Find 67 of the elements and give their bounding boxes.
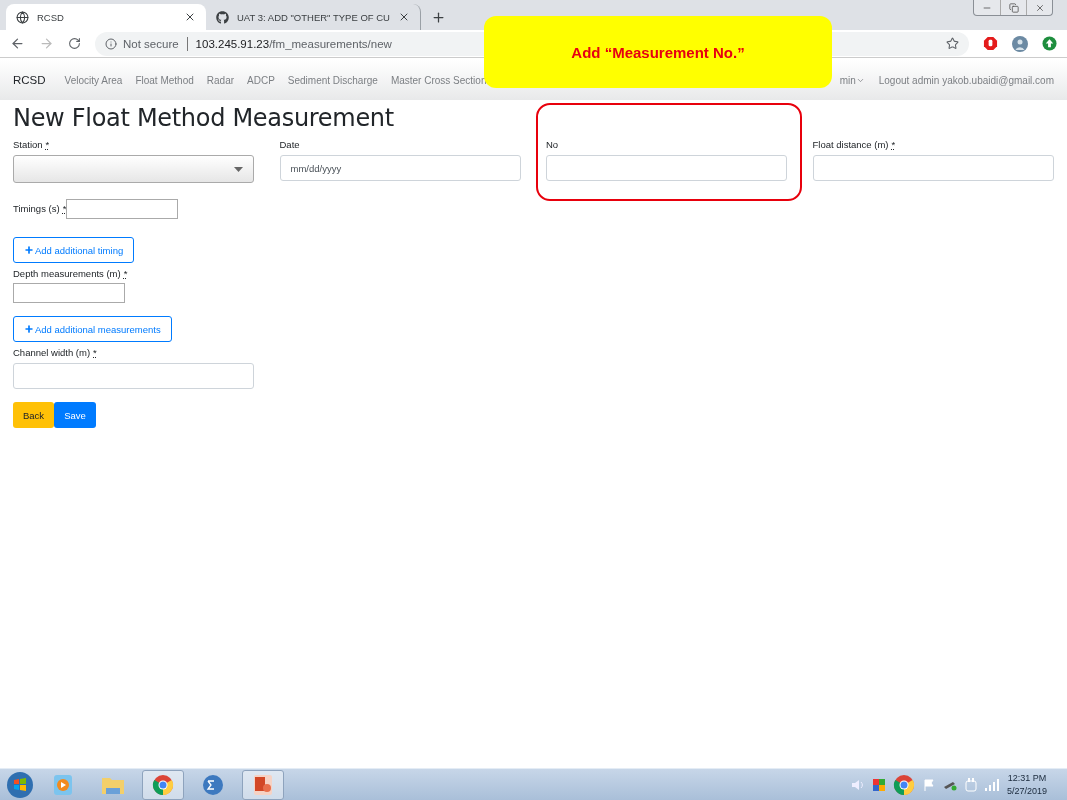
station-select[interactable]	[13, 155, 254, 183]
nav-link[interactable]: Master Cross Section	[390, 74, 487, 86]
logout-link[interactable]: Logout admin yakob.ubaidi@gmail.com	[878, 74, 1054, 86]
math-icon	[202, 773, 224, 796]
chrome-icon	[892, 773, 915, 796]
taskbar-app[interactable]	[242, 769, 284, 800]
caret-icon	[234, 166, 243, 172]
power-plug-icon[interactable]	[964, 777, 977, 792]
input-field[interactable]	[812, 155, 1054, 181]
info-icon	[105, 37, 117, 50]
input-field[interactable]: mm/dd/yyyy	[279, 155, 521, 181]
signal-bars-icon[interactable]	[984, 778, 999, 791]
field-label: No	[546, 138, 560, 152]
forward-icon[interactable]	[39, 36, 54, 51]
input-field[interactable]	[546, 155, 787, 181]
field-label: Float distance (m) *	[812, 138, 897, 152]
nav-link[interactable]: ADCP	[247, 74, 275, 86]
field-label: Depth measurements (m) *	[13, 267, 129, 281]
security-label: Not secure	[123, 37, 179, 50]
taskbar-app[interactable]	[142, 769, 184, 800]
restore-icon	[1008, 2, 1019, 13]
close-icon[interactable]	[184, 11, 196, 23]
start-button[interactable]	[6, 770, 34, 799]
update-arrow-icon[interactable]	[1042, 36, 1057, 51]
field-label: Channel width (m) *	[13, 346, 98, 360]
field-label: Station *	[13, 138, 51, 152]
browser-tab[interactable]: RCSD	[6, 4, 206, 30]
required-mark: *	[93, 347, 97, 358]
add-timing-button[interactable]: Add additional timing	[13, 237, 135, 263]
user-menu[interactable]: min	[839, 74, 865, 86]
field-label: Timings (s) *	[13, 202, 67, 216]
add-measurement-button[interactable]: Add additional measurements	[13, 316, 172, 342]
presentation-icon	[252, 773, 274, 796]
back-icon[interactable]	[10, 36, 25, 51]
required-mark: *	[123, 268, 128, 279]
bookmark-star-icon[interactable]	[946, 37, 959, 50]
reload-icon[interactable]	[68, 37, 81, 50]
form-button[interactable]: Save	[54, 402, 96, 428]
callout-note: Add “Measurement No.”	[484, 16, 832, 88]
taskbar-clock[interactable]: 12:31 PM 5/27/2019	[1006, 771, 1047, 798]
nav-link[interactable]: Radar	[206, 74, 235, 86]
media-player-icon	[53, 773, 73, 796]
flag-icon[interactable]	[922, 778, 935, 791]
url-text: 103.245.91.23/fm_measurements/new	[195, 37, 392, 50]
colored-squares-icon[interactable]	[872, 778, 885, 791]
plus-icon	[24, 324, 34, 334]
profile-avatar-icon[interactable]	[1012, 35, 1028, 52]
nav-link[interactable]: Velocity Area	[64, 74, 123, 86]
chrome-icon	[152, 773, 174, 796]
input-field[interactable]	[13, 283, 125, 303]
required-mark: *	[45, 139, 50, 150]
nav-link[interactable]: Sediment Discharge	[287, 74, 378, 86]
required-mark: *	[891, 139, 896, 150]
close-icon	[1034, 2, 1045, 13]
github-icon	[216, 10, 229, 24]
field-label: Date	[279, 138, 301, 152]
navbar-brand[interactable]: RCSD	[13, 74, 46, 86]
stop-sign-icon[interactable]	[983, 36, 998, 51]
globe-icon	[16, 10, 29, 24]
form-button[interactable]: Back	[13, 402, 55, 428]
required-mark: *	[62, 203, 67, 214]
input-field[interactable]	[13, 363, 254, 389]
page-title: New Float Method Measurement	[13, 104, 395, 132]
input-field[interactable]	[66, 199, 179, 219]
plus-icon	[24, 245, 34, 255]
nav-link[interactable]: Float Method	[135, 74, 194, 86]
new-tab-icon[interactable]	[430, 9, 446, 25]
